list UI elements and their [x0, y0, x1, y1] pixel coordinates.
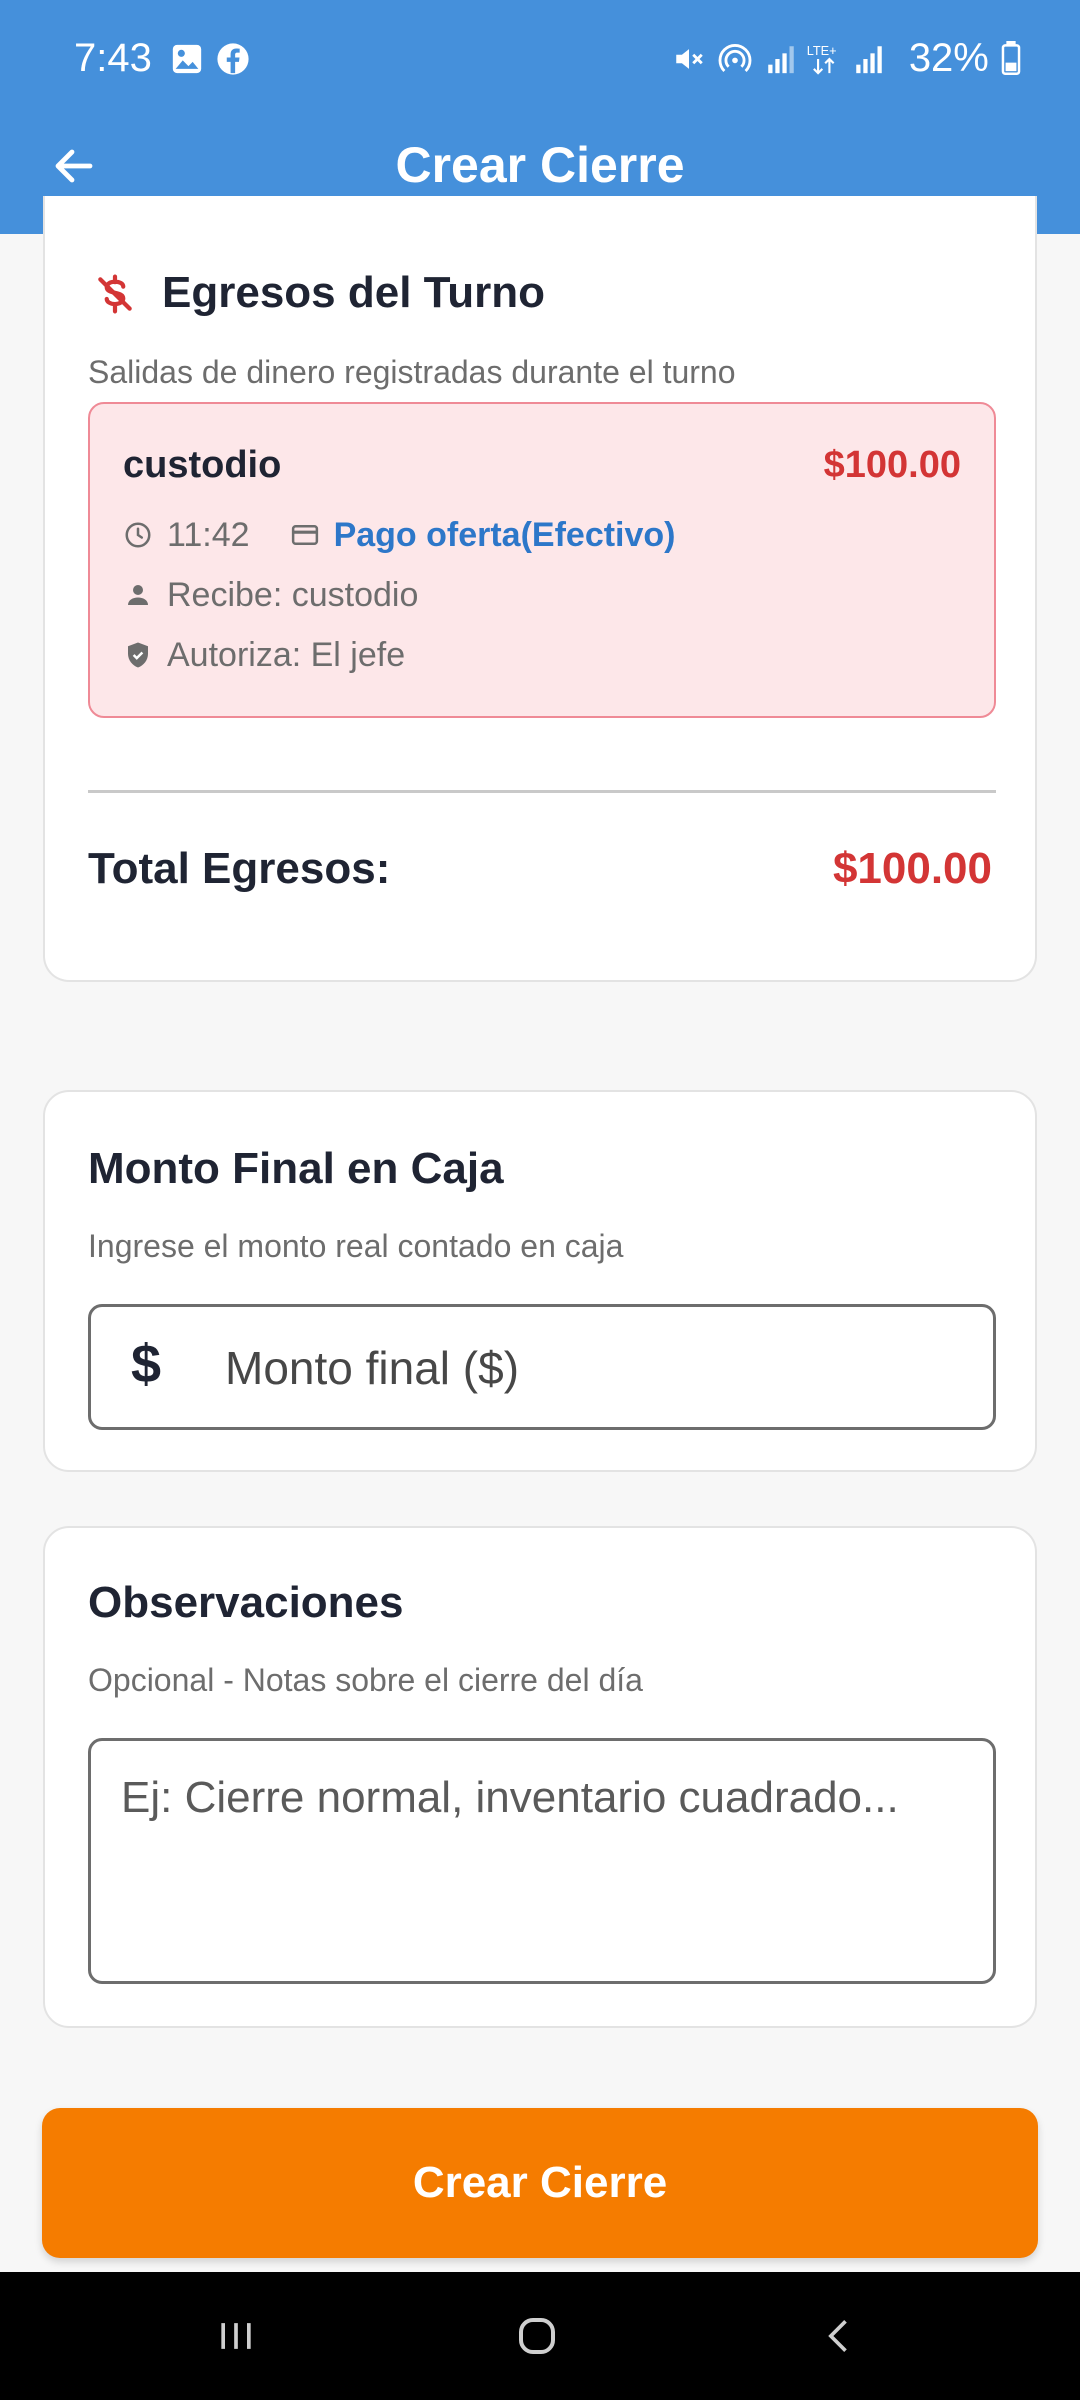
expense-method: Pago oferta(Efectivo) [333, 515, 676, 554]
status-bar: 7:43 LTE+ 32% [0, 0, 1080, 120]
expense-authorizer: Autoriza: El jefe [167, 635, 406, 674]
egresos-title: Egresos del Turno [162, 268, 546, 317]
recent-apps-icon [221, 2323, 251, 2349]
page-title: Crear Cierre [395, 137, 685, 193]
monto-final-title: Monto Final en Caja [88, 1144, 504, 1193]
monto-final-input[interactable]: $ Monto final ($) [88, 1304, 996, 1430]
signal-icon [768, 46, 794, 74]
battery-icon [1001, 41, 1021, 75]
verified-shield-icon [128, 642, 148, 668]
expense-authorizer-row: Autoriza: El jefe [123, 632, 405, 678]
expense-amount: $100.00 [823, 444, 961, 486]
clock-icon [125, 522, 151, 548]
observaciones-textarea[interactable]: Ej: Cierre normal, inventario cuadrado..… [88, 1738, 996, 1984]
expense-receiver: Recibe: custodio [167, 575, 419, 614]
observaciones-subtitle: Opcional - Notas sobre el cierre del día [88, 1662, 643, 1698]
dollar-icon: $ [131, 1334, 162, 1394]
status-time: 7:43 [74, 36, 152, 80]
chevron-left-icon [828, 2320, 847, 2352]
money-off-icon [98, 274, 132, 314]
system-back-button[interactable] [800, 2306, 880, 2366]
divider [88, 790, 996, 793]
observaciones-placeholder: Ej: Cierre normal, inventario cuadrado..… [121, 1773, 899, 1822]
mute-icon [676, 49, 703, 69]
image-icon [172, 44, 202, 74]
expense-time: 11:42 [167, 515, 250, 554]
credit-card-icon [291, 525, 318, 545]
hotspot-icon [718, 44, 752, 73]
signal-icon [856, 46, 882, 74]
egresos-card: Egresos del Turno Salidas de dinero regi… [43, 196, 1037, 982]
recent-apps-button[interactable] [196, 2306, 276, 2366]
expense-time-row: 11:42 Pago oferta(Efectivo) [123, 512, 676, 558]
expense-item: custodio $100.00 11:42 Pago oferta(Efect… [88, 402, 996, 718]
lte-signal-icon: LTE+ [807, 43, 837, 75]
home-icon [519, 2318, 555, 2354]
monto-final-card: Monto Final en Caja Ingrese el monto rea… [43, 1090, 1037, 1472]
monto-final-subtitle: Ingrese el monto real contado en caja [88, 1228, 624, 1264]
battery-level: 32% [909, 36, 1022, 81]
egresos-subtitle: Salidas de dinero registradas durante el… [88, 354, 736, 390]
crear-cierre-button[interactable]: Crear Cierre [42, 2108, 1038, 2258]
observaciones-title: Observaciones [88, 1578, 404, 1627]
home-button[interactable] [497, 2306, 577, 2366]
svg-text:LTE+: LTE+ [807, 43, 837, 58]
total-egresos-value: $100.00 [832, 844, 992, 893]
facebook-icon [217, 43, 249, 75]
total-egresos-label: Total Egresos: [88, 844, 391, 893]
observaciones-card: Observaciones Opcional - Notas sobre el … [43, 1526, 1037, 2028]
expense-name: custodio [123, 444, 282, 486]
person-icon [128, 585, 148, 605]
system-nav-bar [0, 2272, 1080, 2400]
monto-final-placeholder: Monto final ($) [225, 1342, 520, 1394]
expense-receiver-row: Recibe: custodio [123, 572, 418, 618]
